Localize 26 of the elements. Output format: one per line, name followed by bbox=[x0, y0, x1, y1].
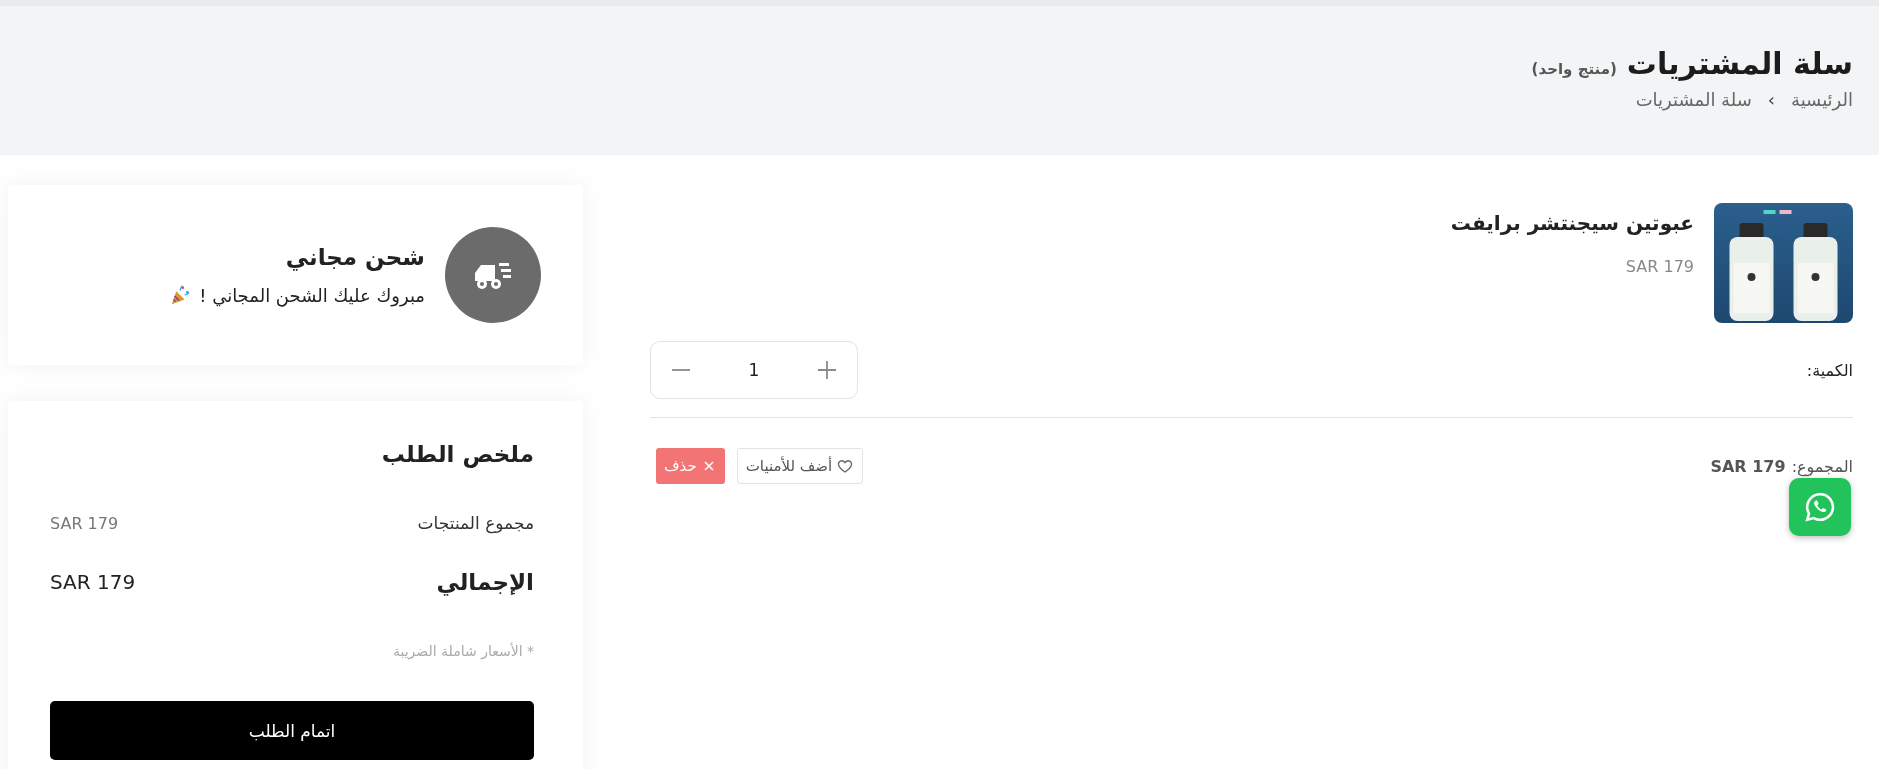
checkout-button[interactable]: اتمام الطلب bbox=[50, 701, 534, 760]
total-value: SAR 179 bbox=[1710, 456, 1786, 476]
summary-label: مجموع المنتجات bbox=[417, 513, 534, 533]
breadcrumb-separator: › bbox=[1767, 89, 1775, 110]
heart-icon bbox=[836, 457, 855, 475]
wishlist-button[interactable]: أضف للأمنيات bbox=[736, 448, 864, 484]
summary-value: SAR 179 bbox=[50, 570, 136, 594]
tax-note: * الأسعار شاملة الضريبة bbox=[391, 643, 534, 659]
chat-icon bbox=[1803, 490, 1837, 524]
summary-label: الإجمالي bbox=[436, 569, 534, 595]
plus-icon[interactable] bbox=[815, 358, 839, 382]
product-price: SAR 179 bbox=[1624, 257, 1694, 276]
quantity-label: الكمية: bbox=[1806, 360, 1853, 380]
breadcrumb-link[interactable]: الرئيسية bbox=[1791, 89, 1853, 110]
total-label: المجموع: bbox=[1791, 456, 1853, 476]
whatsapp-button[interactable] bbox=[1789, 478, 1851, 536]
shipping-message: مبروك عليك الشحن المجاني ! bbox=[199, 284, 425, 306]
party-popper-icon bbox=[169, 284, 192, 306]
item-count: (منتج واحد) bbox=[1531, 60, 1617, 78]
summary-title: ملخص الطلب bbox=[380, 441, 534, 467]
breadcrumb-current: سلة المشتريات bbox=[1635, 89, 1752, 110]
page-title: سلة المشتريات bbox=[1626, 46, 1853, 81]
quantity-value[interactable]: 1 bbox=[748, 360, 760, 380]
product-name[interactable]: عبوتين سيجنتشر برايفت bbox=[1450, 211, 1694, 235]
summary-value: SAR 179 bbox=[50, 513, 119, 533]
shipping-title: شحن مجاني bbox=[284, 244, 425, 270]
